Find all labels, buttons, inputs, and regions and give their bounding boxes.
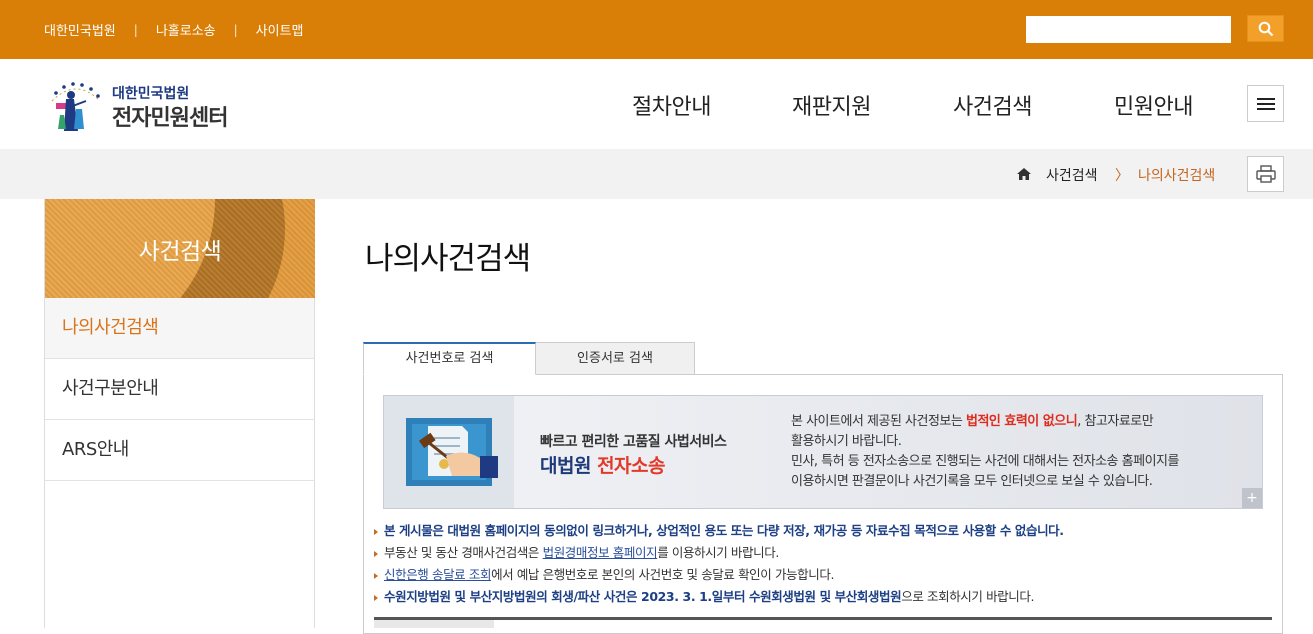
notice-item: 본 게시물은 대법원 홈페이지의 동의없이 링크하거나, 상업적인 용도 또는 …	[372, 520, 1272, 542]
site-logo[interactable]: 대한민국법원 전자민원센터	[46, 79, 246, 134]
tab-search-by-certificate[interactable]: 인증서로 검색	[536, 342, 695, 375]
banner-brand-elitigation: 전자소송	[597, 455, 665, 477]
link-self-litigation[interactable]: 나홀로소송	[156, 20, 216, 39]
notice-item: 부동산 및 동산 경매사건검색은 법원경매정보 홈페이지를 이용하시기 바랍니다…	[372, 542, 1272, 564]
search-input[interactable]	[1026, 16, 1231, 43]
breadcrumb-current[interactable]: 나의사건검색	[1138, 165, 1215, 185]
court-auction-link[interactable]: 법원경매정보 홈페이지	[543, 545, 658, 560]
banner-line-text: , 참고자료로만	[1077, 414, 1154, 429]
banner-headline: 빠르고 편리한 고품질 사법서비스	[540, 434, 727, 450]
banner-line: 민사, 특허 등 전자소송으로 진행되는 사건에 대해서는 전자소송 홈페이지를	[791, 454, 1179, 469]
notice-text: 를 이용하시기 바랍니다.	[657, 545, 779, 560]
notice-item: 수원지방법원 및 부산지방법원의 회생/파산 사건은 2023. 3. 1.일부…	[372, 586, 1272, 608]
side-nav: 사건검색 나의사건검색 사건구분안내 ARS안내	[44, 199, 315, 628]
logo-title: 전자민원센터	[112, 106, 228, 131]
banner-line: 본 사이트에서 제공된 사건정보는 법적인 효력이 없으니, 참고자료로만	[791, 412, 1179, 432]
gnb-trial-support[interactable]: 재판지원	[792, 89, 871, 121]
notice-text: 부동산 및 동산 경매사건검색은	[384, 545, 543, 560]
form-header-cell	[374, 620, 494, 628]
form-top-border	[374, 617, 1272, 620]
court-emblem-icon	[51, 82, 101, 131]
search-button[interactable]	[1247, 15, 1284, 42]
gnb-civil-guide[interactable]: 민원안내	[1114, 89, 1193, 121]
shinhan-fee-link[interactable]: 신한은행 송달료 조회	[384, 567, 491, 582]
banner-notice-text: 본 사이트에서 제공된 사건정보는 법적인 효력이 없으니, 참고자료로만 활용…	[791, 412, 1179, 492]
banner-illustration	[384, 396, 514, 508]
menu-button[interactable]	[1247, 85, 1284, 122]
banner-line-text: 본 사이트에서 제공된 사건정보는	[791, 414, 966, 429]
breadcrumb: 사건검색 〉 나의사건검색	[0, 149, 1313, 199]
banner-brand-court: 대법원	[540, 455, 598, 477]
side-nav-header: 사건검색	[45, 199, 315, 298]
e-litigation-banner[interactable]: 빠르고 편리한 고품질 사법서비스 대법원 전자소송 본 사이트에서 제공된 사…	[383, 395, 1263, 509]
link-court-home[interactable]: 대한민국법원	[44, 20, 116, 39]
menu-icon-bar	[1256, 107, 1275, 110]
divider: |	[233, 22, 238, 37]
side-nav-item-ars-guide[interactable]: ARS안내	[45, 420, 314, 481]
banner-brand: 대법원 전자소송	[540, 451, 665, 478]
tab-search-by-case-number[interactable]: 사건번호로 검색	[363, 342, 536, 375]
breadcrumb-arrow-icon: 〉	[1115, 168, 1129, 184]
gnb-procedure-guide[interactable]: 절차안내	[632, 89, 711, 121]
top-utility-bar: 대한민국법원 | 나홀로소송 | 사이트맵	[0, 0, 1313, 59]
link-sitemap[interactable]: 사이트맵	[256, 20, 304, 39]
banner-line: 활용하시기 바랍니다.	[791, 434, 902, 449]
search-icon	[1258, 21, 1273, 36]
menu-icon-bar	[1256, 97, 1275, 100]
side-nav-title: 사건검색	[138, 239, 222, 265]
notice-list: 본 게시물은 대법원 홈페이지의 동의없이 링크하거나, 상업적인 용도 또는 …	[372, 520, 1272, 608]
banner-line: 이용하시면 판결문이나 사건기록을 모두 인터넷으로 보실 수 있습니다.	[791, 474, 1153, 489]
banner-warning: 법적인 효력이 없으니	[965, 414, 1078, 429]
breadcrumb-case-search[interactable]: 사건검색	[1046, 165, 1098, 185]
page-title: 나의사건검색	[365, 241, 531, 277]
site-header: 대한민국법원 전자민원센터 절차안내 재판지원 사건검색 민원안내	[0, 59, 1313, 149]
search-tabs: 사건번호로 검색 인증서로 검색	[363, 342, 695, 375]
print-button[interactable]	[1247, 156, 1284, 192]
gnb-case-search[interactable]: 사건검색	[953, 89, 1032, 121]
notice-text: 으로 조회하시기 바랍니다.	[901, 589, 1035, 604]
divider: |	[133, 22, 138, 37]
notice-item: 신한은행 송달료 조회에서 예납 은행번호로 본인의 사건번호 및 송달료 확인…	[372, 564, 1272, 586]
banner-more-icon[interactable]: +	[1242, 488, 1262, 508]
menu-icon-bar	[1256, 102, 1275, 105]
gavel-document-icon	[406, 418, 498, 486]
notice-text: 에서 예납 은행번호로 본인의 사건번호 및 송달료 확인이 가능합니다.	[491, 567, 835, 582]
home-icon[interactable]	[1017, 168, 1031, 180]
notice-text-emphasis: 수원지방법원 및 부산지방법원의 회생/파산 사건은 2023. 3. 1.일부…	[384, 589, 902, 604]
print-icon	[1255, 165, 1276, 183]
top-links: 대한민국법원 | 나홀로소송 | 사이트맵	[44, 20, 304, 40]
side-nav-item-case-type-guide[interactable]: 사건구분안내	[45, 359, 314, 420]
side-nav-item-my-case-search[interactable]: 나의사건검색	[45, 298, 314, 359]
